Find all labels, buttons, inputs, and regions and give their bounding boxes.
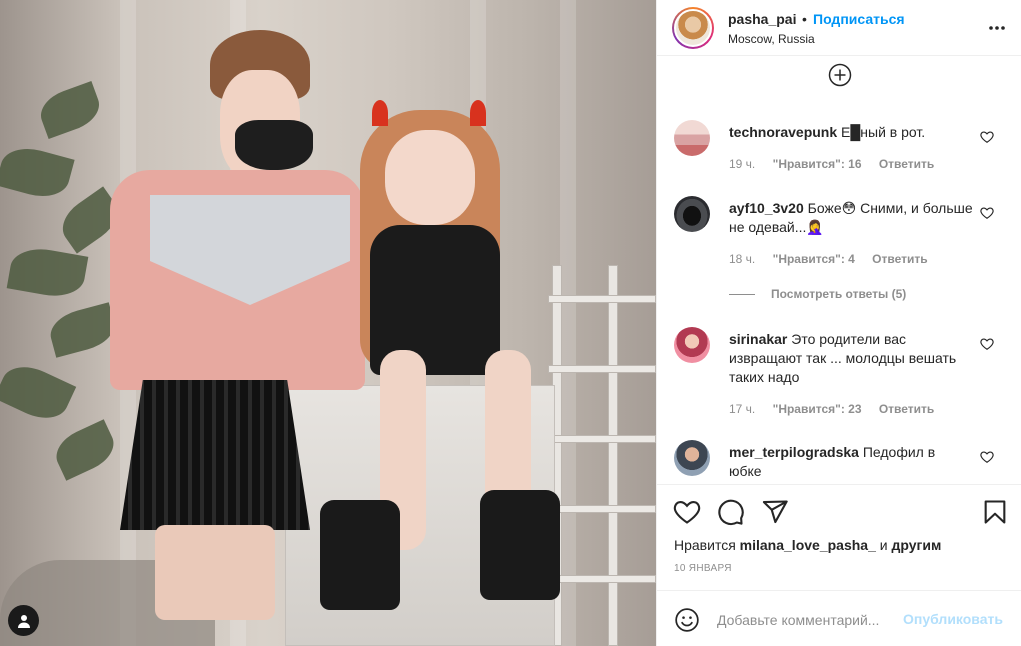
likes-suffix: и bbox=[879, 537, 888, 553]
commenter-avatar[interactable] bbox=[674, 327, 710, 363]
comment-heart-icon[interactable] bbox=[980, 130, 994, 144]
comment-icon[interactable] bbox=[717, 498, 745, 526]
author-username[interactable]: pasha_pai bbox=[728, 11, 796, 27]
reply-button[interactable]: Ответить bbox=[879, 157, 934, 171]
load-more-icon[interactable] bbox=[828, 63, 852, 87]
comment-time[interactable]: 18 ч. bbox=[729, 252, 755, 266]
author-avatar[interactable] bbox=[672, 7, 714, 49]
heart-icon[interactable] bbox=[673, 498, 701, 526]
comment-likes[interactable]: "Нравится": 4 bbox=[773, 252, 855, 266]
emoji-icon[interactable] bbox=[674, 607, 700, 633]
likes-line: Нравится milana_love_pasha_ и другим bbox=[674, 537, 941, 553]
publish-button[interactable]: Опубликовать bbox=[903, 611, 1003, 627]
reply-button[interactable]: Ответить bbox=[872, 252, 927, 266]
share-icon[interactable] bbox=[761, 498, 789, 526]
follow-button[interactable]: Подписаться bbox=[813, 11, 905, 27]
post-date[interactable]: 10 ЯНВАРЯ bbox=[674, 563, 732, 574]
more-options-icon[interactable] bbox=[987, 18, 1007, 38]
post-photo[interactable] bbox=[0, 0, 656, 646]
comment-time[interactable]: 19 ч. bbox=[729, 157, 755, 171]
separator-dot: • bbox=[802, 11, 807, 27]
comment-heart-icon[interactable] bbox=[980, 450, 994, 464]
comment-text: Е█ный в рот. bbox=[841, 124, 926, 140]
liker-username[interactable]: milana_love_pasha_ bbox=[740, 537, 876, 553]
comment-heart-icon[interactable] bbox=[980, 206, 994, 220]
comment-likes[interactable]: "Нравится": 16 bbox=[773, 157, 862, 171]
view-replies-button[interactable]: Посмотреть ответы (5) bbox=[729, 287, 906, 301]
replies-divider bbox=[729, 293, 755, 295]
commenter-avatar[interactable] bbox=[674, 196, 710, 232]
bookmark-icon[interactable] bbox=[981, 498, 1009, 526]
comment-meta: 18 ч. "Нравится": 4 Ответить bbox=[729, 252, 942, 266]
person-right bbox=[300, 100, 580, 620]
post-sidebar: pasha_pai • Подписаться Moscow, Russia t… bbox=[656, 0, 1021, 646]
comment-input[interactable] bbox=[717, 607, 897, 633]
commenter-avatar[interactable] bbox=[674, 120, 710, 156]
comment-meta: 17 ч. "Нравится": 23 Ответить bbox=[729, 402, 948, 416]
post-location[interactable]: Moscow, Russia bbox=[728, 32, 815, 46]
comments-bottom-border bbox=[657, 484, 1021, 485]
comment-heart-icon[interactable] bbox=[980, 337, 994, 351]
post-header: pasha_pai • Подписаться Moscow, Russia bbox=[657, 0, 1021, 56]
user-tag-icon[interactable] bbox=[8, 605, 39, 636]
comment-likes[interactable]: "Нравится": 23 bbox=[773, 402, 862, 416]
reply-button[interactable]: Ответить bbox=[879, 402, 934, 416]
comment-username[interactable]: ayf10_3v20 bbox=[729, 200, 804, 216]
likes-others-link[interactable]: другим bbox=[891, 537, 941, 553]
view-replies-label: Посмотреть ответы (5) bbox=[771, 287, 907, 301]
add-comment-form: Опубликовать bbox=[657, 590, 1021, 646]
action-bar bbox=[657, 486, 1021, 538]
comment-username[interactable]: sirinakar bbox=[729, 331, 787, 347]
comment-username[interactable]: technoravepunk bbox=[729, 124, 837, 140]
comment-time[interactable]: 17 ч. bbox=[729, 402, 755, 416]
comment-username[interactable]: mer_terpilogradska bbox=[729, 444, 859, 460]
comment-meta: 19 ч. "Нравится": 16 Ответить bbox=[729, 157, 948, 171]
likes-prefix: Нравится bbox=[674, 537, 736, 553]
commenter-avatar[interactable] bbox=[674, 440, 710, 476]
